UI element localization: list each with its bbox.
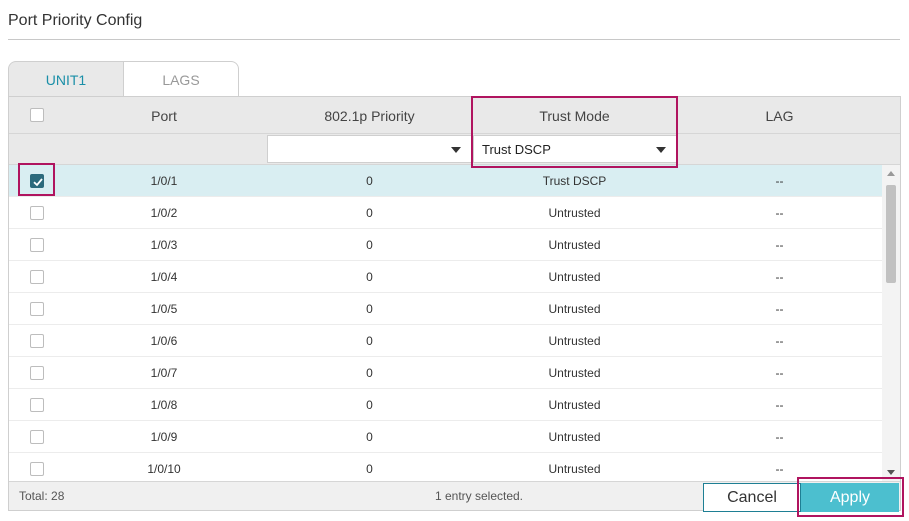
- apply-button[interactable]: Apply: [801, 483, 899, 512]
- priority-select[interactable]: [267, 135, 472, 163]
- table-body: 1/0/1 0 Trust DSCP -- 1/0/2 0 Untrusted …: [9, 165, 882, 481]
- table-row[interactable]: 1/0/1 0 Trust DSCP --: [9, 165, 882, 197]
- column-header-lag[interactable]: LAG: [677, 97, 882, 134]
- filter-row: Trust DSCP: [9, 134, 900, 165]
- port-table-panel: Port 802.1p Priority Trust Mode LAG Trus…: [8, 96, 901, 511]
- row-priority: 0: [366, 398, 373, 412]
- row-lag: --: [775, 334, 784, 348]
- select-all-checkbox[interactable]: [30, 108, 44, 122]
- column-header-priority[interactable]: 802.1p Priority: [267, 97, 472, 134]
- row-checkbox[interactable]: [30, 398, 44, 412]
- row-priority: 0: [366, 270, 373, 284]
- row-port: 1/0/3: [150, 238, 178, 252]
- column-header-trust-mode[interactable]: Trust Mode: [472, 97, 677, 134]
- table-row[interactable]: 1/0/9 0 Untrusted --: [9, 421, 882, 453]
- row-trust-mode: Trust DSCP: [542, 174, 607, 188]
- row-priority: 0: [366, 334, 373, 348]
- row-trust-mode: Untrusted: [548, 302, 601, 316]
- row-trust-mode: Untrusted: [548, 206, 601, 220]
- table-row[interactable]: 1/0/4 0 Untrusted --: [9, 261, 882, 293]
- row-lag: --: [775, 174, 784, 188]
- scroll-thumb[interactable]: [886, 185, 896, 283]
- table-row[interactable]: 1/0/10 0 Untrusted --: [9, 453, 882, 481]
- row-trust-mode: Untrusted: [548, 398, 601, 412]
- row-lag: --: [775, 302, 784, 316]
- row-port: 1/0/1: [150, 174, 178, 188]
- row-trust-mode: Untrusted: [548, 462, 601, 476]
- column-header-port[interactable]: Port: [64, 97, 264, 134]
- trust-mode-select[interactable]: Trust DSCP: [473, 135, 677, 163]
- row-checkbox[interactable]: [30, 302, 44, 316]
- check-icon: [33, 178, 43, 187]
- row-trust-mode: Untrusted: [548, 430, 601, 444]
- row-priority: 0: [366, 302, 373, 316]
- row-lag: --: [775, 270, 784, 284]
- table-header: Port 802.1p Priority Trust Mode LAG: [9, 97, 900, 134]
- row-port: 1/0/2: [150, 206, 178, 220]
- selection-status: 1 entry selected.: [434, 489, 524, 503]
- row-checkbox[interactable]: [30, 334, 44, 348]
- table-row[interactable]: 1/0/8 0 Untrusted --: [9, 389, 882, 421]
- scroll-down-icon[interactable]: [887, 470, 895, 475]
- row-priority: 0: [366, 462, 373, 476]
- row-priority: 0: [366, 430, 373, 444]
- row-lag: --: [775, 430, 784, 444]
- row-trust-mode: Untrusted: [548, 270, 601, 284]
- row-port: 1/0/4: [150, 270, 178, 284]
- row-lag: --: [775, 398, 784, 412]
- row-priority: 0: [366, 366, 373, 380]
- tab-unit1[interactable]: UNIT1: [8, 61, 124, 97]
- table-row[interactable]: 1/0/6 0 Untrusted --: [9, 325, 882, 357]
- row-checkbox[interactable]: [30, 270, 44, 284]
- table-row[interactable]: 1/0/2 0 Untrusted --: [9, 197, 882, 229]
- row-port: 1/0/9: [150, 430, 178, 444]
- row-checkbox[interactable]: [30, 366, 44, 380]
- row-priority: 0: [366, 206, 373, 220]
- row-checkbox[interactable]: [30, 462, 44, 476]
- row-port: 1/0/7: [150, 366, 178, 380]
- row-port: 1/0/8: [150, 398, 178, 412]
- row-checkbox[interactable]: [30, 206, 44, 220]
- row-port: 1/0/5: [150, 302, 178, 316]
- scroll-up-icon[interactable]: [887, 171, 895, 176]
- row-checkbox[interactable]: [30, 174, 44, 188]
- table-row[interactable]: 1/0/5 0 Untrusted --: [9, 293, 882, 325]
- row-lag: --: [775, 366, 784, 380]
- table-scrollbar[interactable]: [882, 165, 900, 481]
- row-trust-mode: Untrusted: [548, 238, 601, 252]
- row-checkbox[interactable]: [30, 238, 44, 252]
- table-row[interactable]: 1/0/3 0 Untrusted --: [9, 229, 882, 261]
- row-port: 1/0/6: [150, 334, 178, 348]
- chevron-down-icon: [656, 147, 666, 153]
- row-lag: --: [775, 206, 784, 220]
- row-priority: 0: [366, 174, 373, 188]
- row-trust-mode: Untrusted: [548, 334, 601, 348]
- row-lag: --: [775, 462, 784, 476]
- total-count: Total: 28: [19, 489, 65, 503]
- row-priority: 0: [366, 238, 373, 252]
- row-trust-mode: Untrusted: [548, 366, 601, 380]
- unit-tabs: UNIT1 LAGS: [8, 61, 239, 97]
- page-title: Port Priority Config: [8, 12, 143, 29]
- tab-lags[interactable]: LAGS: [124, 61, 239, 97]
- trust-mode-select-value: Trust DSCP: [482, 141, 551, 157]
- cancel-button[interactable]: Cancel: [703, 483, 801, 512]
- row-port: 1/0/10: [147, 462, 181, 476]
- chevron-down-icon: [451, 147, 461, 153]
- title-divider: [8, 39, 900, 40]
- table-row[interactable]: 1/0/7 0 Untrusted --: [9, 357, 882, 389]
- row-lag: --: [775, 238, 784, 252]
- row-checkbox[interactable]: [30, 430, 44, 444]
